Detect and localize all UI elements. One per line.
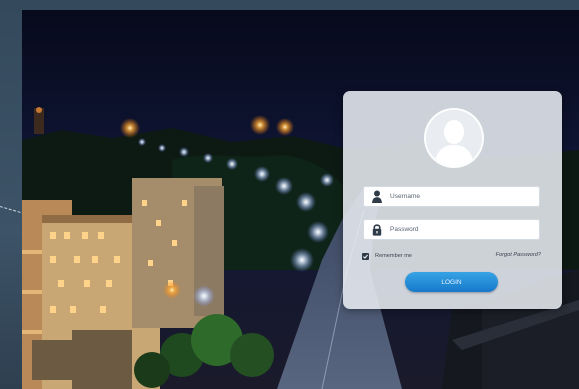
- remember-me-control[interactable]: Remember me: [362, 251, 412, 261]
- password-input[interactable]: [390, 219, 535, 240]
- remember-me-label[interactable]: Remember me: [375, 253, 412, 259]
- username-input[interactable]: [390, 186, 535, 207]
- remember-me-checkbox[interactable]: [362, 252, 369, 260]
- avatar-placeholder: [424, 108, 484, 168]
- username-field[interactable]: [363, 186, 540, 207]
- lock-icon: [371, 223, 383, 236]
- password-field[interactable]: [363, 219, 540, 240]
- login-card: Remember me Forgot Password? LOGIN: [343, 91, 562, 309]
- forgot-password-link[interactable]: Forgot Password?: [496, 252, 541, 258]
- user-icon: [371, 190, 383, 203]
- login-button[interactable]: LOGIN: [405, 272, 498, 292]
